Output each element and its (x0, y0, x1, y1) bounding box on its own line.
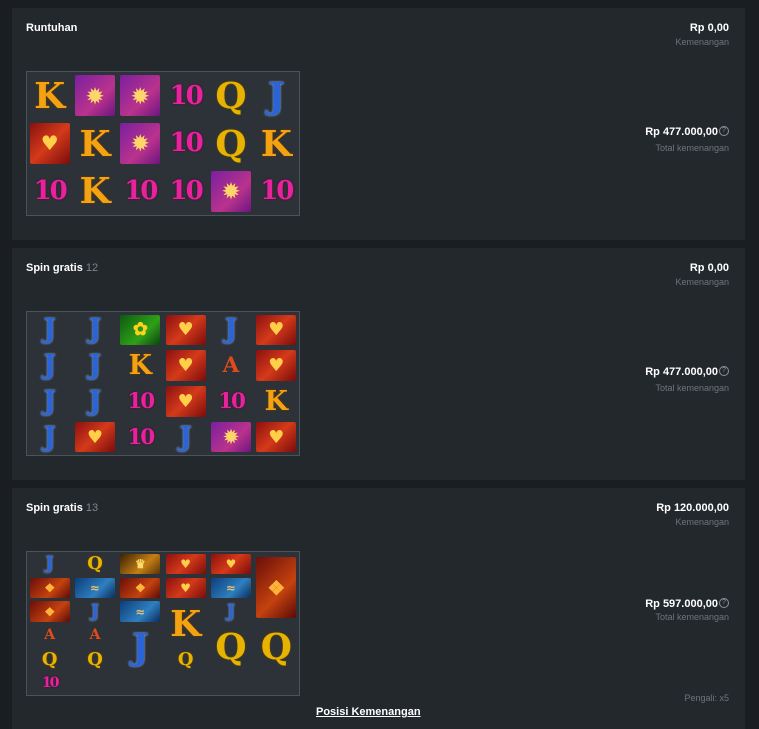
symbol-k: K (34, 74, 66, 117)
fish-symbol-icon: ≈ (118, 600, 163, 624)
panel-title: Runtuhan (26, 22, 78, 34)
total-win-amount: Rp 597.000,00? (645, 598, 729, 610)
symbol-10: 10 (169, 80, 204, 111)
win-label: Kemenangan (675, 37, 729, 47)
symbol-k: K (264, 385, 288, 417)
symbol-k: K (170, 602, 202, 645)
dragon-symbol-icon: ❖ (118, 576, 163, 600)
symbol-k: K (128, 350, 152, 382)
dragon-symbol-icon: ❖ (27, 576, 72, 600)
win-label: Kemenangan (675, 517, 729, 527)
symbol-j: J (45, 553, 54, 575)
symbol-j: J (88, 314, 102, 346)
symbol-10: 10 (260, 176, 294, 207)
heart-symbol-icon: ♥ (254, 419, 299, 455)
win-amount: Rp 120.000,00 (656, 502, 729, 514)
symbol-k: K (79, 170, 111, 213)
reel-grid-spin-13: J Q ♛ ♥ ♥ ❖ ❖ ≈ ❖ ♥ ≈ ❖ J ≈ K J A A Q Q Q J Q Q 10 (26, 551, 300, 696)
win-label: Kemenangan (675, 277, 729, 287)
panel-title: Spin gratis 12 (26, 262, 99, 274)
reel-grid-spin-12: J J ✿ ♥ J ♥ J J K ♥ A ♥ J J 10 ♥ 10 K J ♥ 10 J ✹ ♥ (26, 311, 300, 456)
symbol-j: J (131, 626, 149, 669)
symbol-q: Q (87, 553, 103, 575)
help-icon[interactable]: ? (719, 366, 729, 376)
fish-symbol-icon: ≈ (208, 576, 253, 600)
multiplier-label: Pengali: x5 (684, 693, 729, 703)
help-icon[interactable]: ? (719, 126, 729, 136)
win-amount: Rp 0,00 (689, 262, 729, 274)
tortoise-symbol-icon: ✹ (208, 419, 253, 455)
symbol-j: J (43, 421, 56, 453)
symbol-j: J (179, 421, 192, 453)
symbol-10: 10 (124, 176, 158, 207)
symbol-q: Q (260, 626, 292, 669)
heart-symbol-icon: ♥ (254, 312, 299, 348)
heart-symbol-icon: ♥ (163, 552, 208, 576)
symbol-j: J (226, 601, 236, 623)
total-win-amount: Rp 477.000,00? (645, 126, 729, 138)
help-icon[interactable]: ? (719, 598, 729, 608)
symbol-q: Q (215, 122, 247, 165)
heart-symbol-icon: ♥ (254, 348, 299, 384)
heart-symbol-icon: ♥ (27, 120, 72, 168)
fish-symbol-icon: ≈ (72, 576, 117, 600)
symbol-j: J (224, 314, 238, 346)
heart-symbol-icon: ♥ (208, 552, 253, 576)
symbol-a: A (44, 627, 56, 644)
symbol-10: 10 (41, 675, 60, 692)
symbol-k: K (79, 122, 111, 165)
symbol-j: J (43, 314, 56, 346)
symbol-10: 10 (218, 388, 246, 414)
symbol-k: K (260, 122, 292, 165)
heart-symbol-icon: ♥ (163, 576, 208, 600)
symbol-q: Q (41, 648, 58, 670)
toad-symbol-icon: ✿ (118, 312, 163, 348)
symbol-10: 10 (169, 128, 204, 159)
symbol-a: A (89, 627, 101, 644)
panel-title: Spin gratis 13 (26, 502, 99, 514)
symbol-10: 10 (33, 176, 68, 207)
heart-symbol-icon: ♥ (163, 348, 208, 384)
symbol-10: 10 (127, 388, 155, 414)
dragon-symbol-icon: ❖ (27, 600, 72, 624)
symbol-j: J (43, 385, 56, 417)
tortoise-symbol-icon: ✹ (208, 167, 253, 215)
symbol-q: Q (215, 74, 247, 117)
reel-grid-runtuhan: K ✹ ✹ 10 Q J ♥ K ✹ 10 Q K 10 K 10 10 ✹ 10 (26, 71, 300, 216)
heart-symbol-icon: ♥ (163, 312, 208, 348)
win-amount: Rp 0,00 (689, 22, 729, 34)
dragon-symbol-icon: ❖ (254, 552, 299, 624)
lion-symbol-icon: ♛ (118, 552, 163, 576)
total-win-label: Total kemenangan (655, 143, 729, 153)
symbol-10: 10 (169, 176, 204, 207)
tortoise-symbol-icon: ✹ (118, 120, 163, 168)
symbol-j: J (88, 385, 102, 417)
symbol-j: J (90, 601, 100, 623)
symbol-q: Q (215, 626, 247, 669)
symbol-q: Q (177, 648, 194, 670)
heart-symbol-icon: ♥ (72, 419, 117, 455)
total-win-amount: Rp 477.000,00? (645, 366, 729, 378)
total-win-label: Total kemenangan (655, 612, 729, 622)
heart-symbol-icon: ♥ (163, 384, 208, 420)
tortoise-symbol-icon: ✹ (118, 72, 163, 120)
symbol-j: J (43, 350, 56, 382)
winning-positions-link[interactable]: Posisi Kemenangan (316, 706, 421, 718)
total-win-label: Total kemenangan (655, 383, 729, 393)
symbol-q: Q (87, 648, 103, 670)
symbol-j: J (88, 350, 102, 382)
symbol-a: A (222, 353, 240, 379)
symbol-j: J (267, 74, 285, 117)
tortoise-symbol-icon: ✹ (72, 72, 117, 120)
symbol-10: 10 (127, 424, 155, 450)
